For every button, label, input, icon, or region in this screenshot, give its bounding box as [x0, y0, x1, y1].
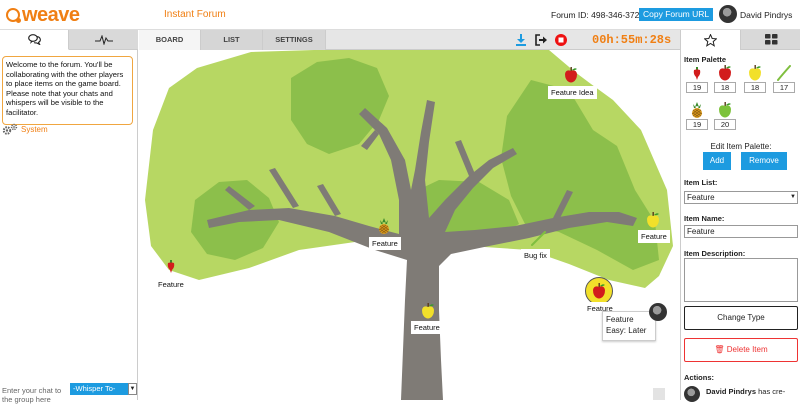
item-name-label: Item Name: [684, 214, 725, 223]
green-bean-icon[interactable] [531, 230, 547, 246]
system-label: System [21, 125, 48, 134]
palette-item-green-apple[interactable]: 20 [714, 102, 736, 130]
weave-logo[interactable]: weave [6, 4, 80, 26]
palette-count: 18 [744, 82, 766, 93]
actions-label: Actions: [684, 373, 714, 382]
whisper-to-select[interactable]: -Whisper To- ▼ [70, 383, 137, 395]
creator-avatar [649, 303, 667, 321]
session-timer: 00h:55m:28s [592, 33, 672, 47]
palette-count: 20 [714, 119, 736, 130]
forum-id: Forum ID: 498-346-372 [551, 10, 640, 20]
palette-count: 19 [686, 119, 708, 130]
action-text: has cre- [758, 387, 786, 396]
chat-panel-tabs [0, 30, 138, 50]
tab-settings[interactable]: SETTINGS [263, 30, 326, 50]
pineapple-icon [691, 102, 703, 118]
yellow-apple-icon[interactable] [646, 212, 660, 228]
red-pepper-icon [693, 67, 701, 80]
item-list-value: Feature [687, 193, 715, 202]
top-header: weave Instant Forum Forum ID: 498-346-37… [0, 0, 800, 30]
red-pepper-icon[interactable] [166, 260, 176, 274]
item-label: Bug fix [521, 249, 550, 262]
chevron-down-icon: ▼ [128, 383, 137, 395]
item-tooltip: Feature Easy: Later [602, 311, 656, 341]
user-avatar[interactable] [719, 5, 737, 23]
green-apple-icon [719, 102, 731, 118]
edit-palette-label: Edit Item Palette: [710, 142, 772, 151]
tab-activity[interactable] [69, 30, 138, 50]
red-apple-icon [593, 283, 605, 299]
action-author: David Pindrys [706, 387, 757, 396]
board-toolbar [515, 30, 567, 50]
palette-count: 18 [714, 82, 736, 93]
chevron-down-icon: ▼ [790, 194, 796, 200]
item-label: Feature Idea [548, 86, 597, 99]
remove-button[interactable]: Remove [741, 152, 787, 170]
welcome-message: Welcome to the forum. You'll be collabor… [2, 56, 133, 125]
pineapple-icon[interactable] [377, 218, 391, 234]
action-entry: David Pindrys has cre- [706, 387, 798, 397]
gears-icon [2, 123, 18, 135]
tooltip-title: Feature [606, 315, 634, 324]
item-description-label: Item Description: [684, 249, 746, 258]
activity-pulse-icon [94, 34, 113, 45]
change-type-button[interactable]: Change Type [684, 306, 798, 330]
weave-logo-mark [6, 8, 21, 23]
copy-forum-url-button[interactable]: Copy Forum URL [639, 8, 714, 21]
tooltip-detail: Easy: Later [606, 326, 647, 335]
trash-icon: 🗑 [714, 345, 725, 354]
palette-item-red-pepper[interactable]: 19 [686, 65, 708, 93]
tab-list[interactable]: LIST [201, 30, 263, 50]
tab-chat[interactable] [0, 30, 69, 50]
item-label: Feature [638, 230, 670, 243]
item-panel: Item Palette 19 18 18 17 19 20 Edit Item… [680, 30, 800, 402]
download-icon[interactable] [515, 34, 527, 46]
palette-item-red-apple[interactable]: 18 [714, 65, 736, 93]
item-description-input[interactable] [684, 258, 798, 302]
item-list-label: Item List: [684, 178, 718, 187]
system-sender: System [2, 123, 48, 136]
item-list-select[interactable]: Feature ▼ [684, 191, 798, 204]
add-button[interactable]: Add [703, 152, 731, 170]
red-apple-icon [719, 65, 731, 81]
palette-item-yellow-apple[interactable]: 18 [744, 65, 766, 93]
tree-background [145, 50, 673, 400]
delete-item-button[interactable]: 🗑 Delete Item [684, 338, 798, 362]
palette-item-green-bean[interactable]: 17 [773, 65, 795, 93]
red-apple-icon[interactable] [564, 67, 578, 83]
item-label: Feature [155, 278, 187, 291]
palette-count: 19 [686, 82, 708, 93]
tab-grid[interactable] [741, 30, 800, 50]
yellow-apple-icon [749, 65, 761, 81]
stop-record-icon[interactable] [555, 34, 567, 46]
tab-board[interactable]: BOARD [139, 30, 201, 50]
palette-item-pineapple[interactable]: 19 [686, 102, 708, 130]
item-name-input[interactable]: Feature [684, 225, 798, 238]
palette-count: 17 [773, 82, 795, 93]
game-board[interactable]: Feature Idea Feature Feature Feature Bug… [139, 50, 680, 400]
selected-item-ring[interactable] [585, 277, 613, 305]
chat-input[interactable]: Enter your chat to the group here [2, 386, 68, 404]
app-title: Instant Forum [164, 9, 226, 20]
item-label: Feature [411, 321, 443, 334]
item-palette-label: Item Palette [684, 55, 727, 64]
green-bean-icon [777, 65, 791, 81]
grid-icon [764, 34, 777, 45]
yellow-apple-icon[interactable] [421, 303, 435, 319]
whisper-to-label: -Whisper To- [73, 384, 116, 393]
delete-item-label: Delete Item [726, 345, 768, 354]
exit-icon[interactable] [535, 34, 547, 46]
user-name[interactable]: David Pindrys [740, 10, 792, 20]
tab-items[interactable] [681, 30, 741, 50]
star-icon [704, 33, 717, 47]
item-panel-tabs [681, 30, 800, 50]
chat-panel: Welcome to the forum. You'll be collabor… [0, 30, 138, 404]
weave-logo-text: weave [22, 4, 80, 26]
chat-bubbles-icon [27, 34, 41, 45]
item-label: Feature [369, 237, 401, 250]
